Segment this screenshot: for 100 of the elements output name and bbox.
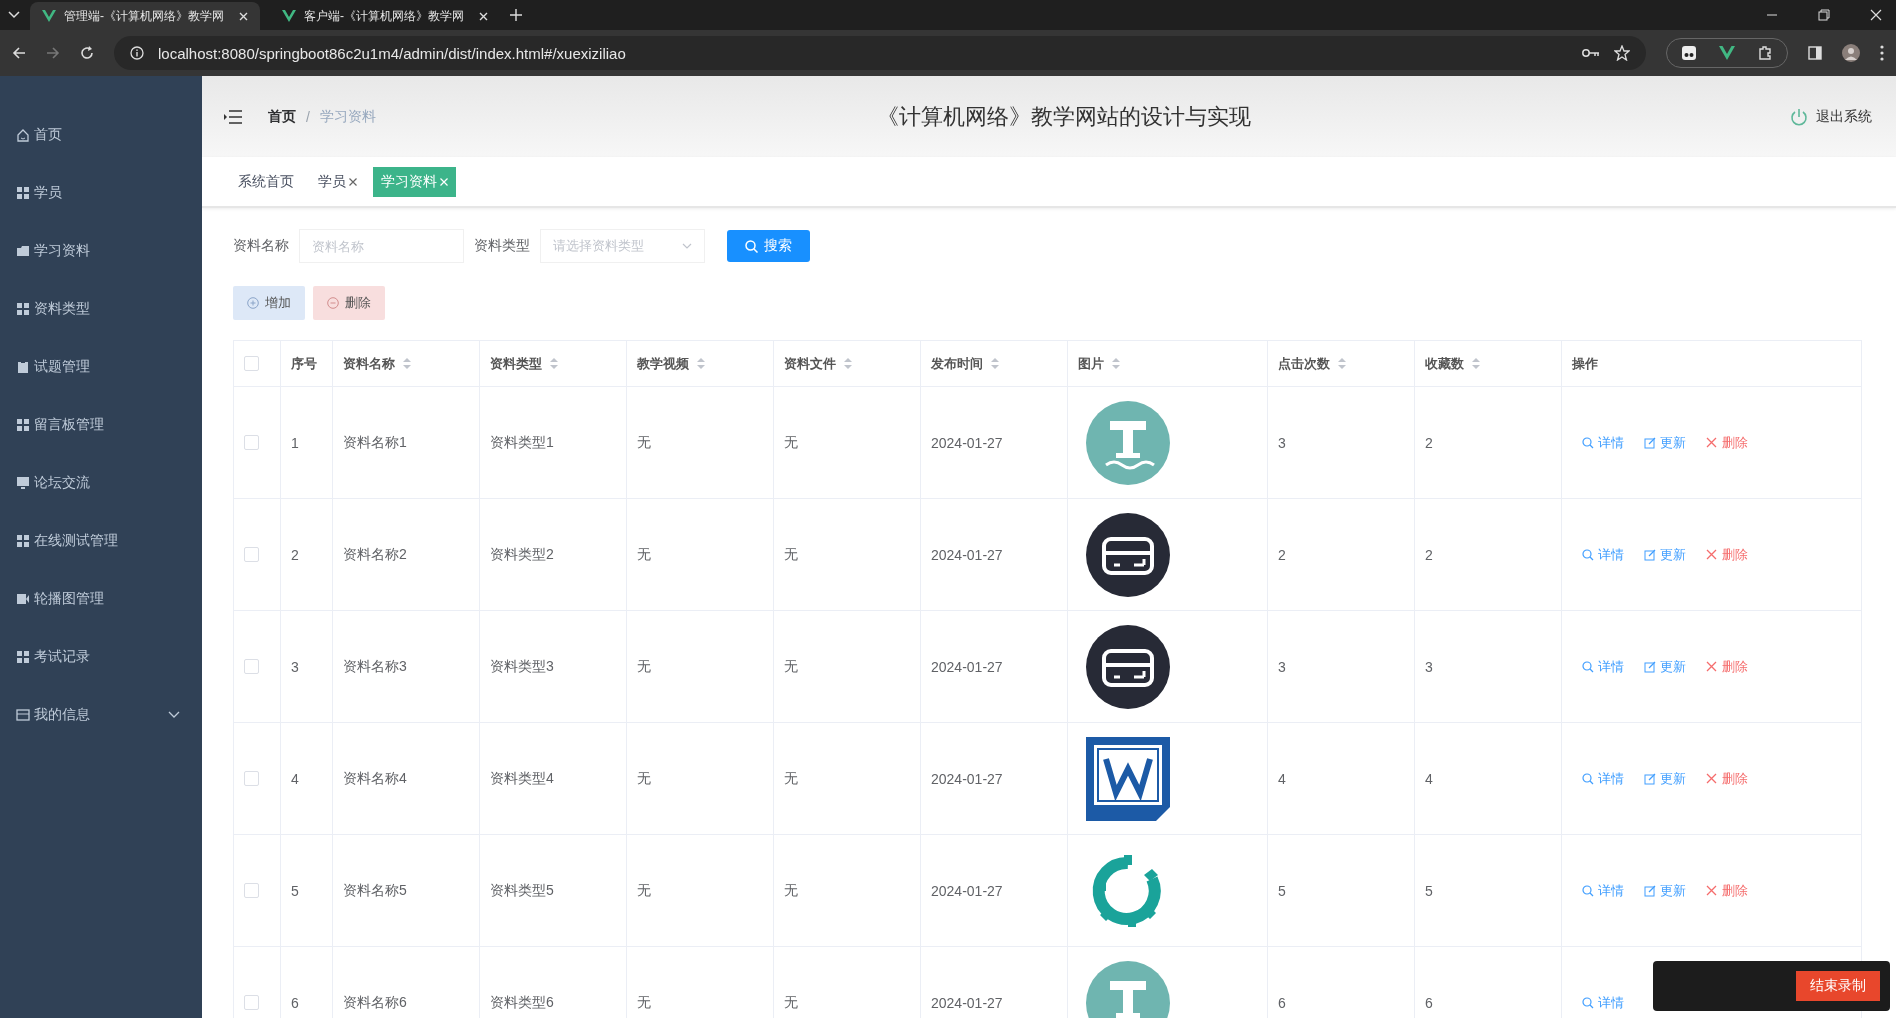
menu-icon[interactable]: [224, 109, 242, 124]
table-cell: 2024-01-27: [931, 546, 1003, 563]
edit-icon: [1644, 660, 1656, 673]
vue-logo-icon[interactable]: [1719, 46, 1735, 60]
checkbox[interactable]: [244, 356, 259, 371]
edit-icon: [1644, 772, 1656, 785]
clipboard-icon: [16, 360, 30, 374]
sidebar-item[interactable]: 考试记录: [0, 628, 202, 686]
edit-icon: [1644, 548, 1656, 561]
site-title: 《计算机网络》教学网站的设计与实现: [876, 102, 1252, 131]
breadcrumb-item[interactable]: 首页: [268, 107, 296, 126]
table-cell: 5: [1278, 882, 1286, 899]
table-cell: 2: [1425, 546, 1433, 563]
table-cell: 3: [1278, 434, 1286, 451]
new-tab-icon[interactable]: [510, 9, 522, 21]
table-cell: 资料名称5: [343, 881, 407, 900]
puzzle-icon[interactable]: [1757, 45, 1773, 61]
more-icon[interactable]: [1880, 45, 1884, 61]
name-field[interactable]: 资料名称: [299, 229, 464, 263]
checkbox[interactable]: [244, 435, 259, 450]
sidebar-item[interactable]: 学习资料: [0, 222, 202, 280]
restore-icon[interactable]: [1818, 9, 1830, 21]
close-icon[interactable]: [479, 11, 488, 21]
table-cell: 无: [784, 993, 798, 1012]
sidebar-item[interactable]: 留言板管理: [0, 396, 202, 454]
reload-icon[interactable]: [80, 46, 94, 60]
sidebar-item[interactable]: 试题管理: [0, 338, 202, 396]
letter-badge-icon: [1086, 400, 1170, 485]
back-icon[interactable]: [12, 46, 26, 60]
info-icon: [130, 46, 144, 60]
table-cell: 资料类型5: [490, 881, 554, 900]
field-label: 资料名称: [233, 237, 289, 255]
grid-icon: [16, 186, 30, 200]
column-header: 资料文件: [784, 354, 836, 373]
avatar-icon[interactable]: [1842, 44, 1860, 62]
table-cell: 3: [291, 658, 299, 675]
star-icon[interactable]: [1614, 45, 1630, 61]
column-header: 序号: [291, 354, 317, 373]
vue-logo-icon: [42, 10, 56, 22]
column-header: 资料类型: [490, 354, 542, 373]
search-button[interactable]: 搜索: [727, 230, 810, 262]
table-cell: 6: [1278, 994, 1286, 1011]
stop-recording-button[interactable]: 结束录制: [1796, 971, 1880, 1001]
search-icon: [1582, 436, 1594, 449]
sidebar-item[interactable]: 首页: [0, 106, 202, 164]
table-cell: 2: [291, 546, 299, 563]
close-icon[interactable]: [239, 11, 248, 21]
table-cell: 2024-01-27: [931, 770, 1003, 787]
sidebar-item[interactable]: 我的信息: [0, 686, 202, 744]
table-cell: 无: [784, 433, 798, 452]
sidebar-item[interactable]: 在线测试管理: [0, 512, 202, 570]
chevron-down-icon: [682, 243, 692, 249]
table-cell: 4: [1278, 770, 1286, 787]
table-cell: 无: [637, 881, 651, 900]
checkbox[interactable]: [244, 995, 259, 1010]
browser-tab[interactable]: 管理端-《计算机网络》教学网: [30, 2, 260, 30]
sidebar-item[interactable]: 资料类型: [0, 280, 202, 338]
plus-circle-icon: [247, 297, 259, 309]
checkbox[interactable]: [244, 659, 259, 674]
add-button[interactable]: 增加: [233, 286, 305, 320]
logout-link[interactable]: 退出系统: [1790, 107, 1872, 126]
table-cell: 6: [291, 994, 299, 1011]
document-icon: [1086, 736, 1170, 821]
monitor-icon: [16, 476, 30, 490]
table-cell: 2: [1278, 546, 1286, 563]
column-header: 图片: [1078, 354, 1104, 373]
search-icon: [1582, 884, 1594, 897]
extension-icon[interactable]: [1681, 45, 1697, 61]
table-cell: 资料名称2: [343, 545, 407, 564]
close-icon: [1706, 660, 1718, 673]
page-tab[interactable]: 学员: [310, 166, 365, 197]
vue-logo-icon: [282, 10, 296, 22]
browser-tab[interactable]: 客户端-《计算机网络》教学网: [270, 2, 500, 30]
column-header: 发布时间: [931, 354, 983, 373]
column-header: 操作: [1572, 354, 1598, 373]
key-icon[interactable]: [1582, 48, 1600, 58]
address-bar[interactable]: localhost:8080/springboot86c2u1m4/admin/dist/index.html#/xuexiziliao: [114, 36, 1646, 70]
checkbox[interactable]: [244, 547, 259, 562]
table-cell: 资料类型6: [490, 993, 554, 1012]
delete-button[interactable]: 删除: [313, 286, 385, 320]
tab-list-icon[interactable]: [8, 11, 20, 19]
table-cell: 2024-01-27: [931, 882, 1003, 899]
checkbox[interactable]: [244, 771, 259, 786]
table-cell: 6: [1425, 994, 1433, 1011]
sidebar-item[interactable]: 学员: [0, 164, 202, 222]
forward-icon[interactable]: [46, 46, 60, 60]
page-tab[interactable]: 系统首页: [230, 166, 302, 197]
sidebar-item[interactable]: 论坛交流: [0, 454, 202, 512]
edit-icon: [1644, 884, 1656, 897]
tab-title: 客户端-《计算机网络》教学网: [304, 7, 465, 25]
sidebar-item[interactable]: 轮播图管理: [0, 570, 202, 628]
table-cell: 无: [784, 881, 798, 900]
table-cell: 5: [291, 882, 299, 899]
close-icon: [1706, 436, 1718, 449]
search-icon: [1582, 772, 1594, 785]
checkbox[interactable]: [244, 883, 259, 898]
close-icon[interactable]: [1870, 9, 1882, 21]
side-panel-icon[interactable]: [1808, 46, 1822, 60]
table-cell: 资料名称3: [343, 657, 407, 676]
table-cell: 2: [1425, 434, 1433, 451]
